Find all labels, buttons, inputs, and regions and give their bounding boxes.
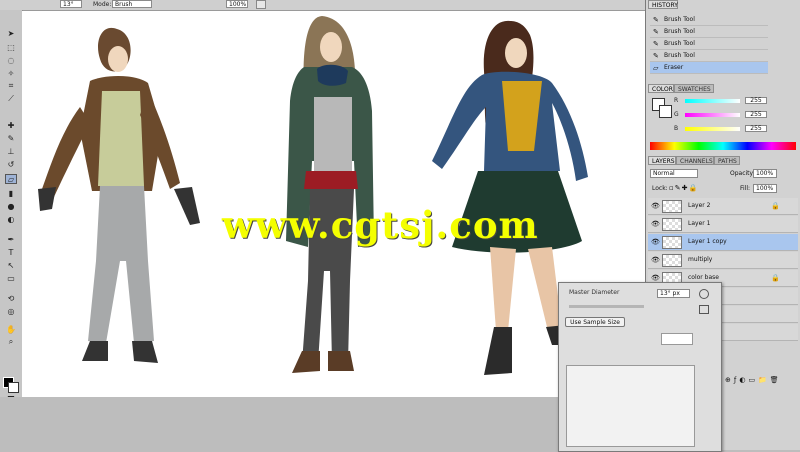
channel-b-value[interactable]: 255 <box>745 125 767 132</box>
eye-icon[interactable]: 👁 <box>651 274 660 282</box>
shape-tool-icon[interactable]: ▭ <box>5 273 17 283</box>
channel-g-label: G <box>674 111 679 118</box>
dialog-menu-icon[interactable] <box>699 289 709 299</box>
channel-r-label: R <box>674 97 679 104</box>
layer-fill-field[interactable]: 100% <box>753 184 777 193</box>
mode-select[interactable]: Brush <box>112 0 152 8</box>
eyedropper-tool-icon[interactable]: ⟋ <box>5 94 17 104</box>
marquee-tool-icon[interactable]: ⬚ <box>5 42 17 52</box>
character-middle <box>286 16 374 373</box>
eraser-tool-icon[interactable]: ▱ <box>5 174 17 184</box>
eye-icon[interactable]: 👁 <box>651 220 660 228</box>
type-tool-icon[interactable]: T <box>5 247 17 257</box>
workspace-background <box>0 397 560 450</box>
move-tool-icon[interactable]: ➤ <box>5 28 17 38</box>
document-canvas[interactable]: www.cgtsj.com <box>22 11 645 397</box>
use-sample-size-button[interactable]: Use Sample Size <box>565 317 625 327</box>
channel-r-value[interactable]: 255 <box>745 97 767 104</box>
mode-label: Mode: <box>93 1 112 8</box>
history-item-selected[interactable]: ▱ Eraser <box>650 62 768 74</box>
3d-rotate-tool-icon[interactable]: ⟲ <box>5 293 17 303</box>
brush-size-field[interactable]: 13° <box>60 0 82 8</box>
history-item[interactable]: ✎ Brush Tool <box>650 14 768 26</box>
dodge-tool-icon[interactable]: ◐ <box>5 214 17 224</box>
zoom-tool-icon[interactable]: ⌕ <box>5 337 17 347</box>
eye-icon[interactable]: 👁 <box>651 238 660 246</box>
3d-orbit-tool-icon[interactable]: ◎ <box>5 306 17 316</box>
tab-history[interactable]: HISTORY <box>648 0 678 9</box>
brush-tool-icon[interactable]: ✎ <box>5 133 17 143</box>
channel-g-value[interactable]: 255 <box>745 111 767 118</box>
brush-icon: ✎ <box>653 40 659 48</box>
channel-b-slider[interactable] <box>685 127 740 131</box>
channel-b-label: B <box>674 125 679 132</box>
channel-g-slider[interactable] <box>685 113 740 117</box>
layer-thumbnail <box>662 218 682 231</box>
history-item[interactable]: ✎ Brush Tool <box>650 38 768 50</box>
layer-row[interactable]: 👁 Layer 1 <box>648 216 798 233</box>
brush-icon: ✎ <box>653 52 659 60</box>
lock-label: Lock: <box>652 185 668 192</box>
toolbox: ➤ ⬚ ◌ ✧ ⌗ ⟋ ✚ ✎ ⊥ ↺ ▱ ▮ ● ◐ ✒ T ↖ ▭ ⟲ ◎ … <box>0 10 23 450</box>
history-brush-tool-icon[interactable]: ↺ <box>5 159 17 169</box>
tab-channels[interactable]: CHANNELS <box>676 156 714 165</box>
layer-row[interactable]: 👁 multiply <box>648 252 798 269</box>
history-item[interactable]: ✎ Brush Tool <box>650 26 768 38</box>
crop-tool-icon[interactable]: ⌗ <box>5 81 17 91</box>
eye-icon[interactable]: 👁 <box>651 202 660 210</box>
master-diameter-slider[interactable] <box>569 305 644 308</box>
brush-icon: ✎ <box>653 28 659 36</box>
new-preset-icon[interactable] <box>699 305 709 314</box>
blend-mode-select[interactable]: Normal <box>650 169 698 178</box>
pen-tool-icon[interactable]: ✒ <box>5 234 17 244</box>
layer-thumbnail <box>662 200 682 213</box>
hardness-field[interactable] <box>661 333 693 345</box>
clone-stamp-tool-icon[interactable]: ⊥ <box>5 146 17 156</box>
gradient-tool-icon[interactable]: ▮ <box>5 188 17 198</box>
tab-paths[interactable]: PATHS <box>714 156 740 165</box>
channel-r-slider[interactable] <box>685 99 740 103</box>
brush-preview-area <box>566 365 695 447</box>
master-diameter-field[interactable]: 13° px <box>657 289 690 298</box>
options-bar: 13° Mode: Brush 100% <box>0 0 645 11</box>
color-bg-swatch[interactable] <box>659 105 672 118</box>
blur-tool-icon[interactable]: ● <box>5 201 17 211</box>
eye-icon[interactable]: 👁 <box>651 256 660 264</box>
character-left <box>38 27 200 363</box>
opacity-label: Opacity: <box>730 170 755 177</box>
opacity-field[interactable]: 100% <box>226 0 248 8</box>
hand-tool-icon[interactable]: ✋ <box>5 324 17 334</box>
tab-layers[interactable]: LAYERS <box>648 156 676 165</box>
brush-picker-dialog: Master Diameter 13° px Use Sample Size <box>558 282 722 452</box>
history-item[interactable]: ✎ Brush Tool <box>650 50 768 62</box>
eraser-icon: ▱ <box>653 64 659 72</box>
lock-icon: 🔒 <box>771 202 780 210</box>
tab-color[interactable]: COLOR <box>648 84 674 93</box>
brush-icon: ✎ <box>653 16 659 24</box>
airbrush-toggle-button[interactable] <box>256 0 266 9</box>
healing-tool-icon[interactable]: ✚ <box>5 120 17 130</box>
layer-row[interactable]: 👁 Layer 2 🔒 <box>648 198 798 215</box>
master-diameter-label: Master Diameter <box>569 289 620 296</box>
lock-icons[interactable]: ▫✎✚🔒 <box>669 184 705 192</box>
layer-panel-footer-buttons[interactable]: ⊕ƒ◐▭📁🗑 <box>725 376 795 386</box>
lock-icon: 🔒 <box>771 274 780 282</box>
layer-row-selected[interactable]: 👁 Layer 1 copy <box>648 234 798 251</box>
lasso-tool-icon[interactable]: ◌ <box>5 55 17 65</box>
color-spectrum-ramp[interactable] <box>650 142 796 150</box>
layer-thumbnail <box>662 254 682 267</box>
tab-swatches[interactable]: SWATCHES <box>674 84 714 93</box>
fill-label: Fill: <box>740 185 751 192</box>
watermark: www.cgtsj.com <box>222 203 539 247</box>
layer-thumbnail <box>662 236 682 249</box>
path-selection-tool-icon[interactable]: ↖ <box>5 260 17 270</box>
magic-wand-tool-icon[interactable]: ✧ <box>5 68 17 78</box>
layer-opacity-field[interactable]: 100% <box>753 169 777 178</box>
background-color-swatch[interactable] <box>8 382 19 393</box>
